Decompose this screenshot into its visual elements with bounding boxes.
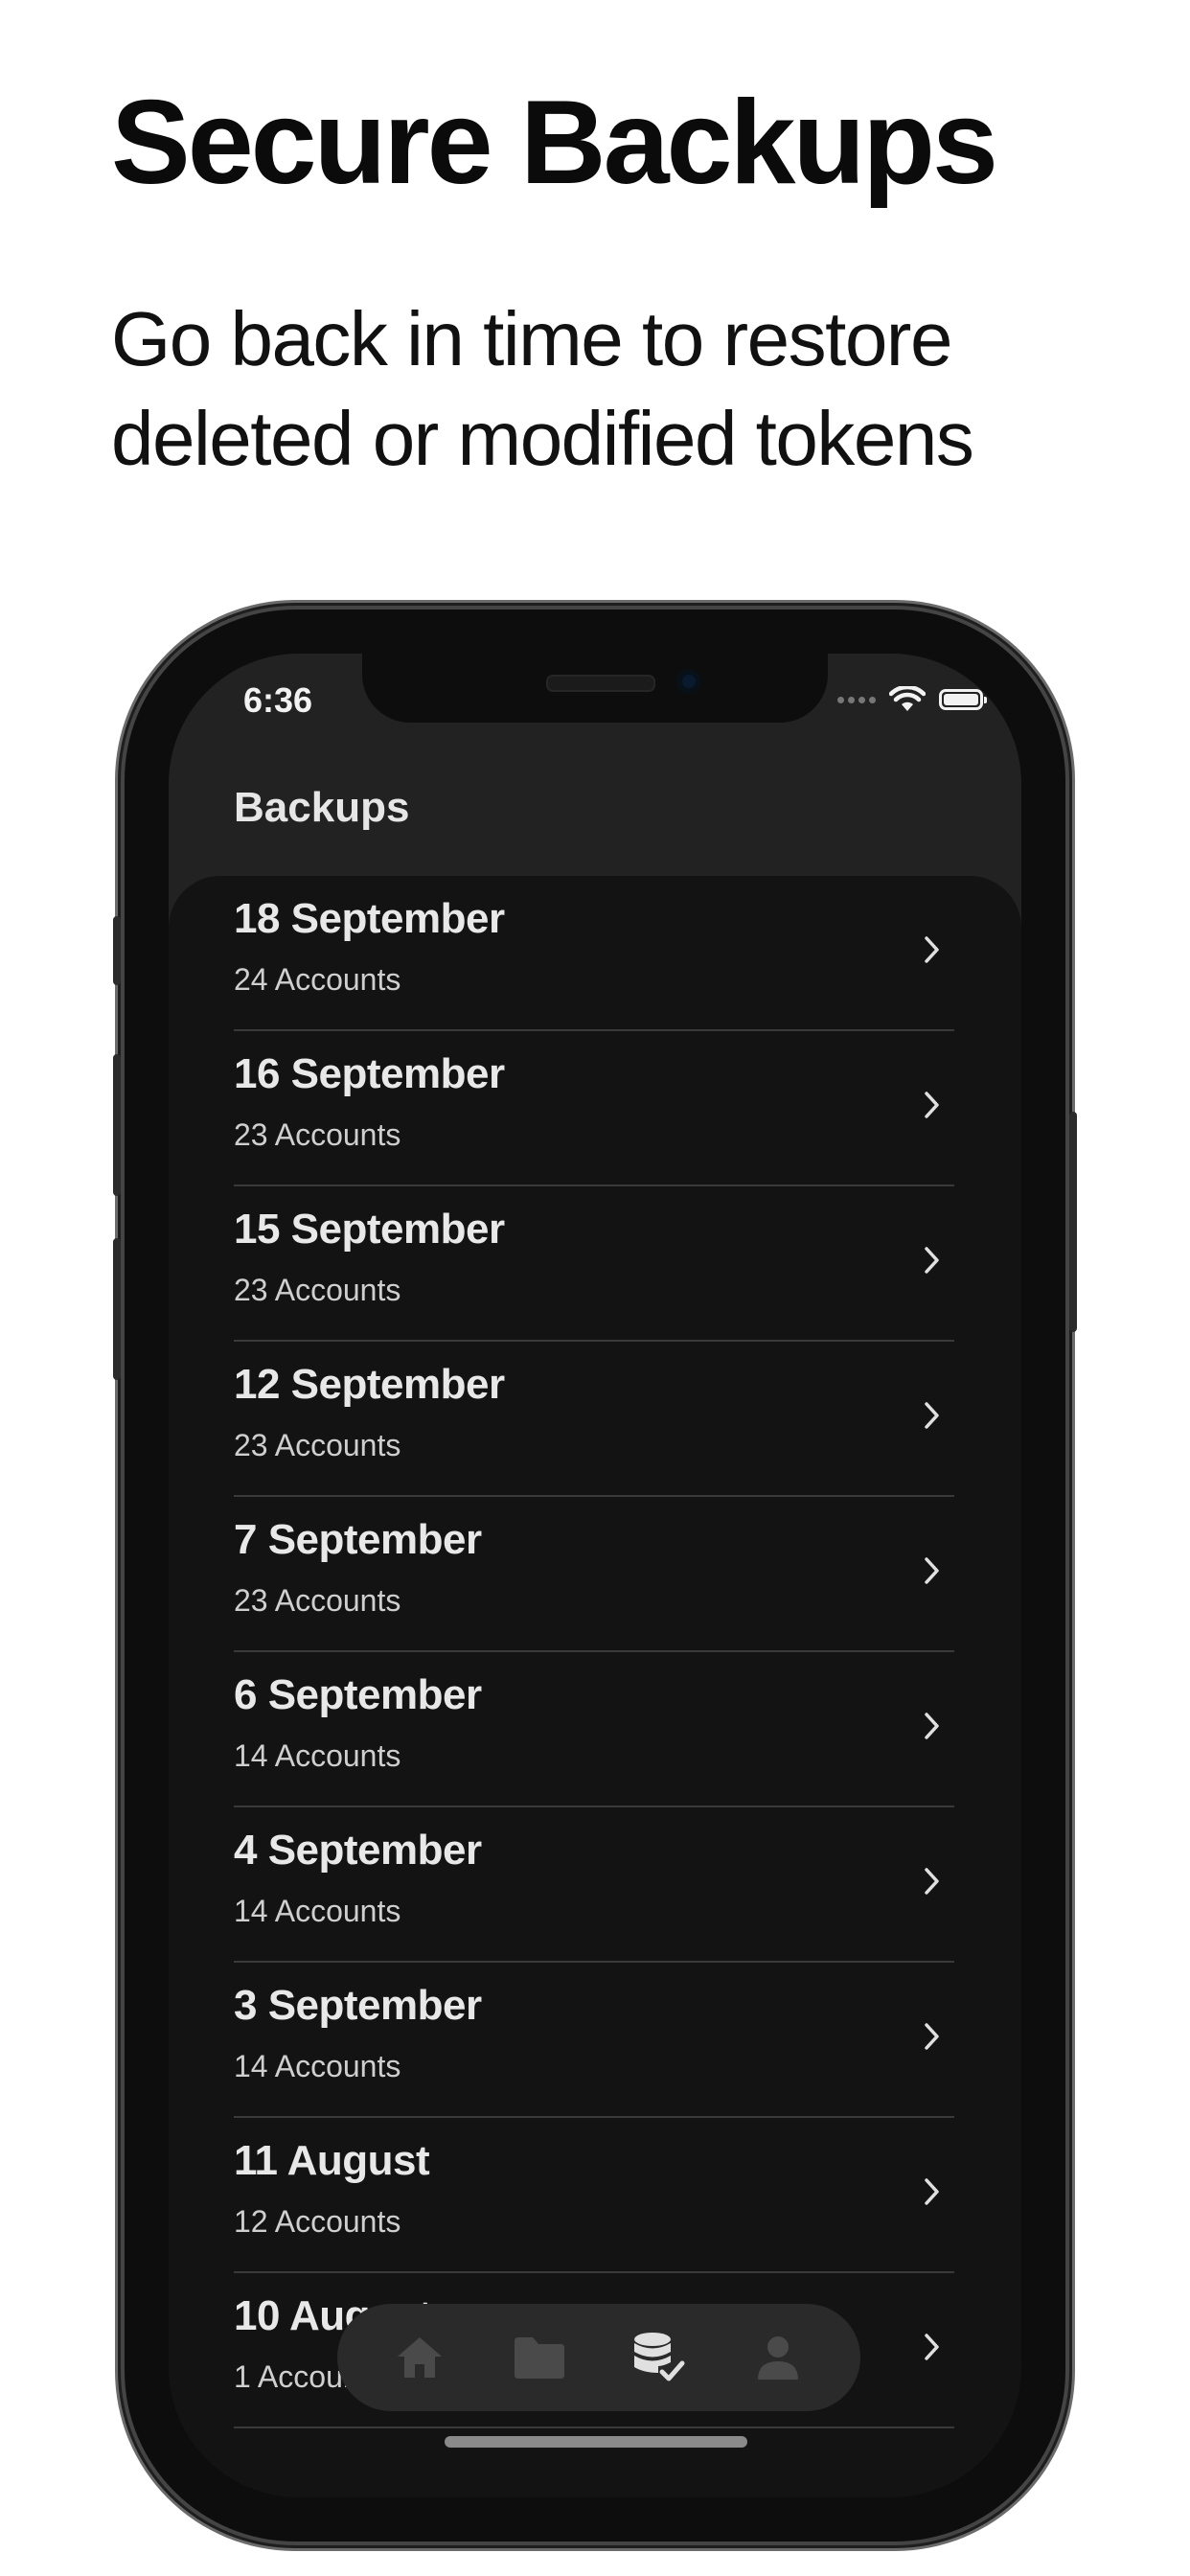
backup-date: 7 September [234, 1516, 482, 1563]
phone-screen: 6:36 Backups 18 September 24 Accounts 16… [169, 654, 1021, 2497]
status-time: 6:36 [243, 680, 313, 720]
notch [362, 654, 828, 723]
backup-account-count: 23 Accounts [234, 1428, 401, 1462]
backup-account-count: 23 Accounts [234, 1117, 401, 1152]
person-icon [757, 2336, 798, 2380]
phone-frame: 6:36 Backups 18 September 24 Accounts 16… [113, 610, 1077, 2542]
database-check-icon [634, 2333, 685, 2381]
earpiece-speaker [546, 675, 655, 692]
backup-row[interactable]: 3 September 14 Accounts [234, 1963, 954, 2118]
backup-row[interactable]: 4 September 14 Accounts [234, 1807, 954, 1963]
tab-bar [337, 2304, 860, 2411]
battery-icon [939, 689, 987, 710]
silent-switch [113, 916, 121, 985]
backup-row[interactable]: 15 September 23 Accounts [234, 1186, 954, 1342]
subheadline-line-2: deleted or modified tokens [111, 396, 974, 481]
chevron-right-icon [925, 1247, 939, 1274]
marketing-subheadline: Go back in time to restore deleted or mo… [111, 289, 1146, 489]
chevron-right-icon [925, 1868, 939, 1895]
volume-up-button [113, 1054, 121, 1196]
folder-icon [514, 2337, 564, 2379]
chevron-right-icon [925, 1402, 939, 1429]
backup-date: 18 September [234, 895, 505, 942]
chevron-right-icon [925, 1557, 939, 1584]
backup-date: 11 August [234, 2137, 430, 2184]
backup-row[interactable]: 16 September 23 Accounts [234, 1031, 954, 1186]
chevron-right-icon [925, 2334, 939, 2360]
tab-backups[interactable] [628, 2327, 689, 2388]
backup-date: 16 September [234, 1050, 505, 1097]
chevron-right-icon [925, 1092, 939, 1118]
front-camera [676, 669, 701, 694]
backup-row[interactable]: 12 September 23 Accounts [234, 1342, 954, 1497]
power-button [1069, 1112, 1077, 1332]
backup-list: 18 September 24 Accounts 16 September 23… [169, 876, 1021, 2497]
backup-row[interactable]: 11 August 12 Accounts [234, 2118, 954, 2273]
backup-date: 4 September [234, 1827, 482, 1874]
backup-account-count: 23 Accounts [234, 1273, 401, 1307]
subheadline-line-1: Go back in time to restore [111, 296, 952, 381]
backup-row[interactable]: 18 September 24 Accounts [234, 876, 954, 1031]
tab-profile[interactable] [747, 2327, 809, 2388]
signal-dots-icon [837, 696, 876, 703]
chevron-right-icon [925, 2178, 939, 2205]
backup-account-count: 14 Accounts [234, 1894, 401, 1928]
tab-home[interactable] [389, 2327, 450, 2388]
backup-date: 6 September [234, 1671, 482, 1718]
wifi-icon [889, 686, 926, 711]
backup-date: 3 September [234, 1982, 482, 2029]
home-indicator [445, 2436, 747, 2448]
backup-account-count: 24 Accounts [234, 962, 401, 997]
chevron-right-icon [925, 2023, 939, 2050]
volume-down-button [113, 1238, 121, 1380]
page-title: Backups [234, 784, 410, 831]
chevron-right-icon [925, 1713, 939, 1739]
backup-date: 12 September [234, 1361, 505, 1408]
backup-account-count: 12 Accounts [234, 2204, 401, 2239]
home-icon [398, 2337, 443, 2378]
backup-account-count: 14 Accounts [234, 1738, 401, 1773]
backup-row[interactable]: 7 September 23 Accounts [234, 1497, 954, 1652]
chevron-right-icon [925, 936, 939, 963]
backup-row[interactable]: 6 September 14 Accounts [234, 1652, 954, 1807]
tab-folders[interactable] [509, 2327, 570, 2388]
backup-date: 15 September [234, 1206, 505, 1253]
backup-account-count: 23 Accounts [234, 1583, 401, 1618]
marketing-headline: Secure Backups [111, 77, 998, 209]
status-icons [837, 686, 987, 713]
backup-account-count: 14 Accounts [234, 2049, 401, 2083]
